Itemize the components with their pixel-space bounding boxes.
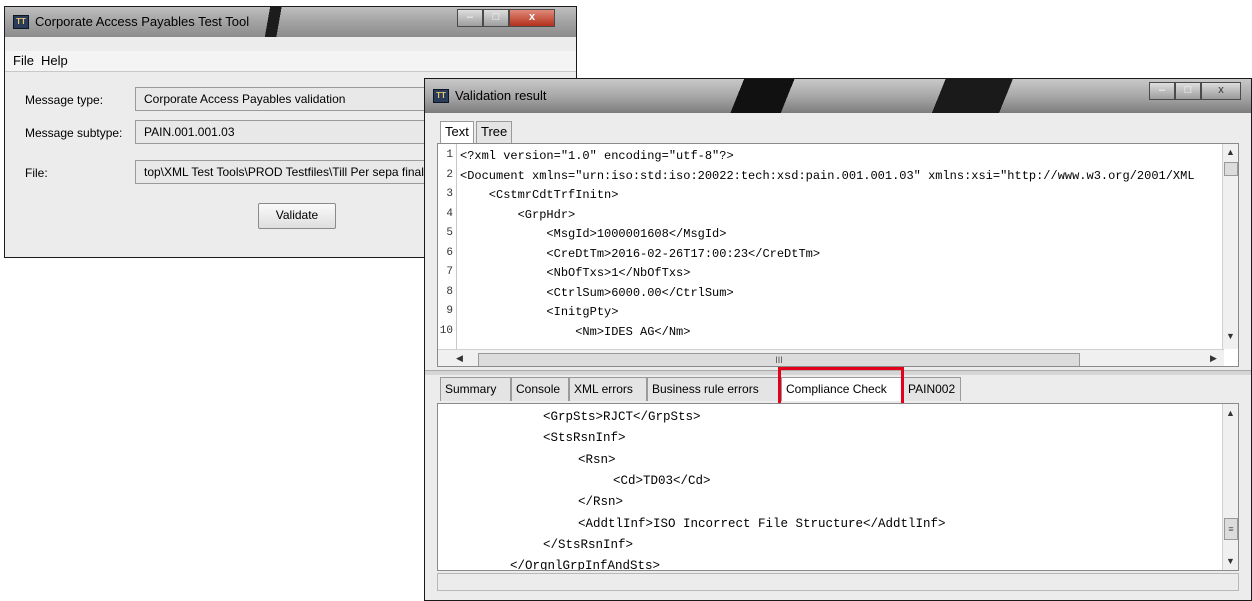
scroll-down-icon[interactable]: ▼ [1226, 331, 1235, 341]
hscroll-thumb[interactable]: III [478, 353, 1080, 366]
file-path-field[interactable]: top\XML Test Tools\PROD Testfiles\Till P… [135, 160, 465, 184]
line-number: 3 [446, 188, 453, 200]
tab-pain002[interactable]: PAIN002 [903, 377, 961, 401]
scroll-down-icon[interactable]: ▼ [1226, 556, 1235, 566]
close-icon[interactable]: x [1201, 82, 1241, 100]
message-subtype-label: Message subtype: [25, 126, 123, 140]
line-number-gutter: 1 2 3 4 5 6 7 8 9 10 [438, 144, 457, 366]
line-number: 9 [446, 305, 453, 317]
result-line: <Rsn> [578, 452, 616, 467]
code-line: <Nm>IDES AG</Nm> [460, 324, 691, 339]
scroll-thumb[interactable] [1224, 162, 1238, 176]
validation-window-title: Validation result [455, 88, 547, 103]
status-bar [437, 573, 1239, 591]
menu-file[interactable]: File [13, 53, 34, 68]
menu-bar: File Help [5, 51, 576, 72]
file-label: File: [25, 166, 48, 180]
code-line: <NbOfTxs>1</NbOfTxs> [460, 266, 691, 280]
tab-tree[interactable]: Tree [476, 121, 513, 143]
result-line: <AddtlInf>ISO Incorrect File Structure</… [578, 516, 946, 531]
code-line: <CstmrCdtTrfInitn> [460, 188, 619, 202]
result-scroll-thumb[interactable]: ≡ [1224, 518, 1238, 540]
close-icon[interactable]: x [509, 9, 555, 27]
app-icon: TT [433, 89, 449, 103]
code-line: <Document xmlns="urn:iso:std:iso:20022:t… [460, 168, 1195, 183]
editor-horizontal-scrollbar[interactable]: ◀ III ▶ [438, 349, 1224, 366]
editor-vertical-scrollbar[interactable]: ▲ ▼ [1222, 144, 1238, 349]
line-number: 4 [446, 207, 453, 220]
scroll-left-icon[interactable]: ◀ [456, 353, 463, 364]
app-icon: TT [13, 15, 29, 29]
code-line: <InitgPty> [460, 305, 619, 319]
tab-console[interactable]: Console [511, 377, 569, 401]
line-number: 6 [446, 246, 453, 259]
tab-xml-errors[interactable]: XML errors [569, 377, 647, 401]
message-type-select[interactable]: Corporate Access Payables validation [135, 87, 465, 111]
message-subtype-select[interactable]: PAIN.001.001.03 [135, 120, 465, 144]
code-line: <CreDtTm>2016-02-26T17:00:23</CreDtTm> [460, 246, 821, 261]
code-line: <GrpHdr> [460, 207, 576, 222]
minimize-icon[interactable]: – [457, 9, 483, 27]
message-type-label: Message type: [25, 93, 104, 107]
result-line: </StsRsnInf> [543, 537, 634, 552]
code-line: <MsgId>1000001608</MsgId> [460, 227, 727, 241]
window-controls: – □ x [457, 9, 555, 27]
result-line: </Rsn> [578, 495, 624, 510]
main-window-title: Corporate Access Payables Test Tool [35, 14, 250, 29]
line-number: 1 [446, 149, 453, 161]
result-line: <StsRsnInf> [543, 431, 626, 446]
result-line: <Cd>TD03</Cd> [613, 473, 711, 488]
validation-result-window: TT Validation result – □ x Text Tree 1 2 3… [424, 78, 1252, 601]
validation-window-titlebar[interactable]: TT Validation result – □ x [425, 79, 1251, 113]
line-number: 10 [439, 324, 453, 337]
maximize-icon[interactable]: □ [483, 9, 509, 27]
line-number: 5 [446, 227, 453, 239]
tab-text[interactable]: Text [440, 121, 474, 143]
line-number: 8 [446, 285, 453, 298]
line-number: 7 [446, 266, 453, 278]
result-vertical-scrollbar[interactable]: ▲ ≡ ▼ [1222, 404, 1238, 570]
main-window-titlebar[interactable]: TT Corporate Access Payables Test Tool –… [5, 7, 576, 37]
scroll-up-icon[interactable]: ▲ [1226, 408, 1235, 418]
menu-help[interactable]: Help [41, 53, 68, 68]
minimize-icon[interactable]: – [1149, 82, 1175, 100]
line-number: 2 [446, 168, 453, 181]
compliance-result-pane[interactable]: <GrpSts>RJCT</GrpSts> <StsRsnInf> <Rsn> <Cd… [437, 403, 1239, 571]
window-controls: – □ x [1149, 82, 1241, 100]
scroll-up-icon[interactable]: ▲ [1226, 147, 1235, 157]
code-line: <?xml version="1.0" encoding="utf-8"?> [460, 149, 734, 163]
scroll-right-icon[interactable]: ▶ [1210, 353, 1217, 364]
tab-summary[interactable]: Summary [440, 377, 511, 401]
maximize-icon[interactable]: □ [1175, 82, 1201, 100]
result-line: <GrpSts>RJCT</GrpSts> [543, 410, 701, 424]
tab-business-rule-errors[interactable]: Business rule errors [647, 377, 781, 401]
result-line: </OrgnlGrpInfAndSts> [510, 559, 661, 571]
code-line: <CtrlSum>6000.00</CtrlSum> [460, 285, 734, 300]
xml-editor[interactable]: 1 2 3 4 5 6 7 8 9 10 <?xml version="1.0" encoding… [437, 143, 1239, 367]
validate-button[interactable]: Validate [258, 203, 336, 229]
